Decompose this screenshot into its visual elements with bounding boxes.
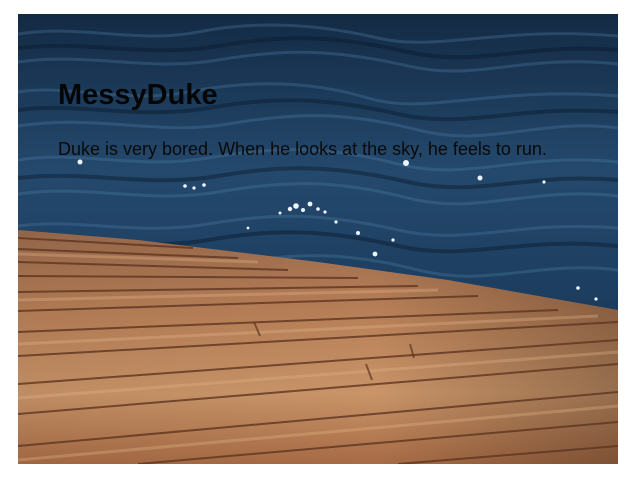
page-title: MessyDuke	[58, 79, 218, 111]
hero-description: Duke is very bored. When he looks at the…	[58, 139, 547, 159]
hero-section: MessyDuke Duke is very bored. When he lo…	[18, 14, 618, 464]
